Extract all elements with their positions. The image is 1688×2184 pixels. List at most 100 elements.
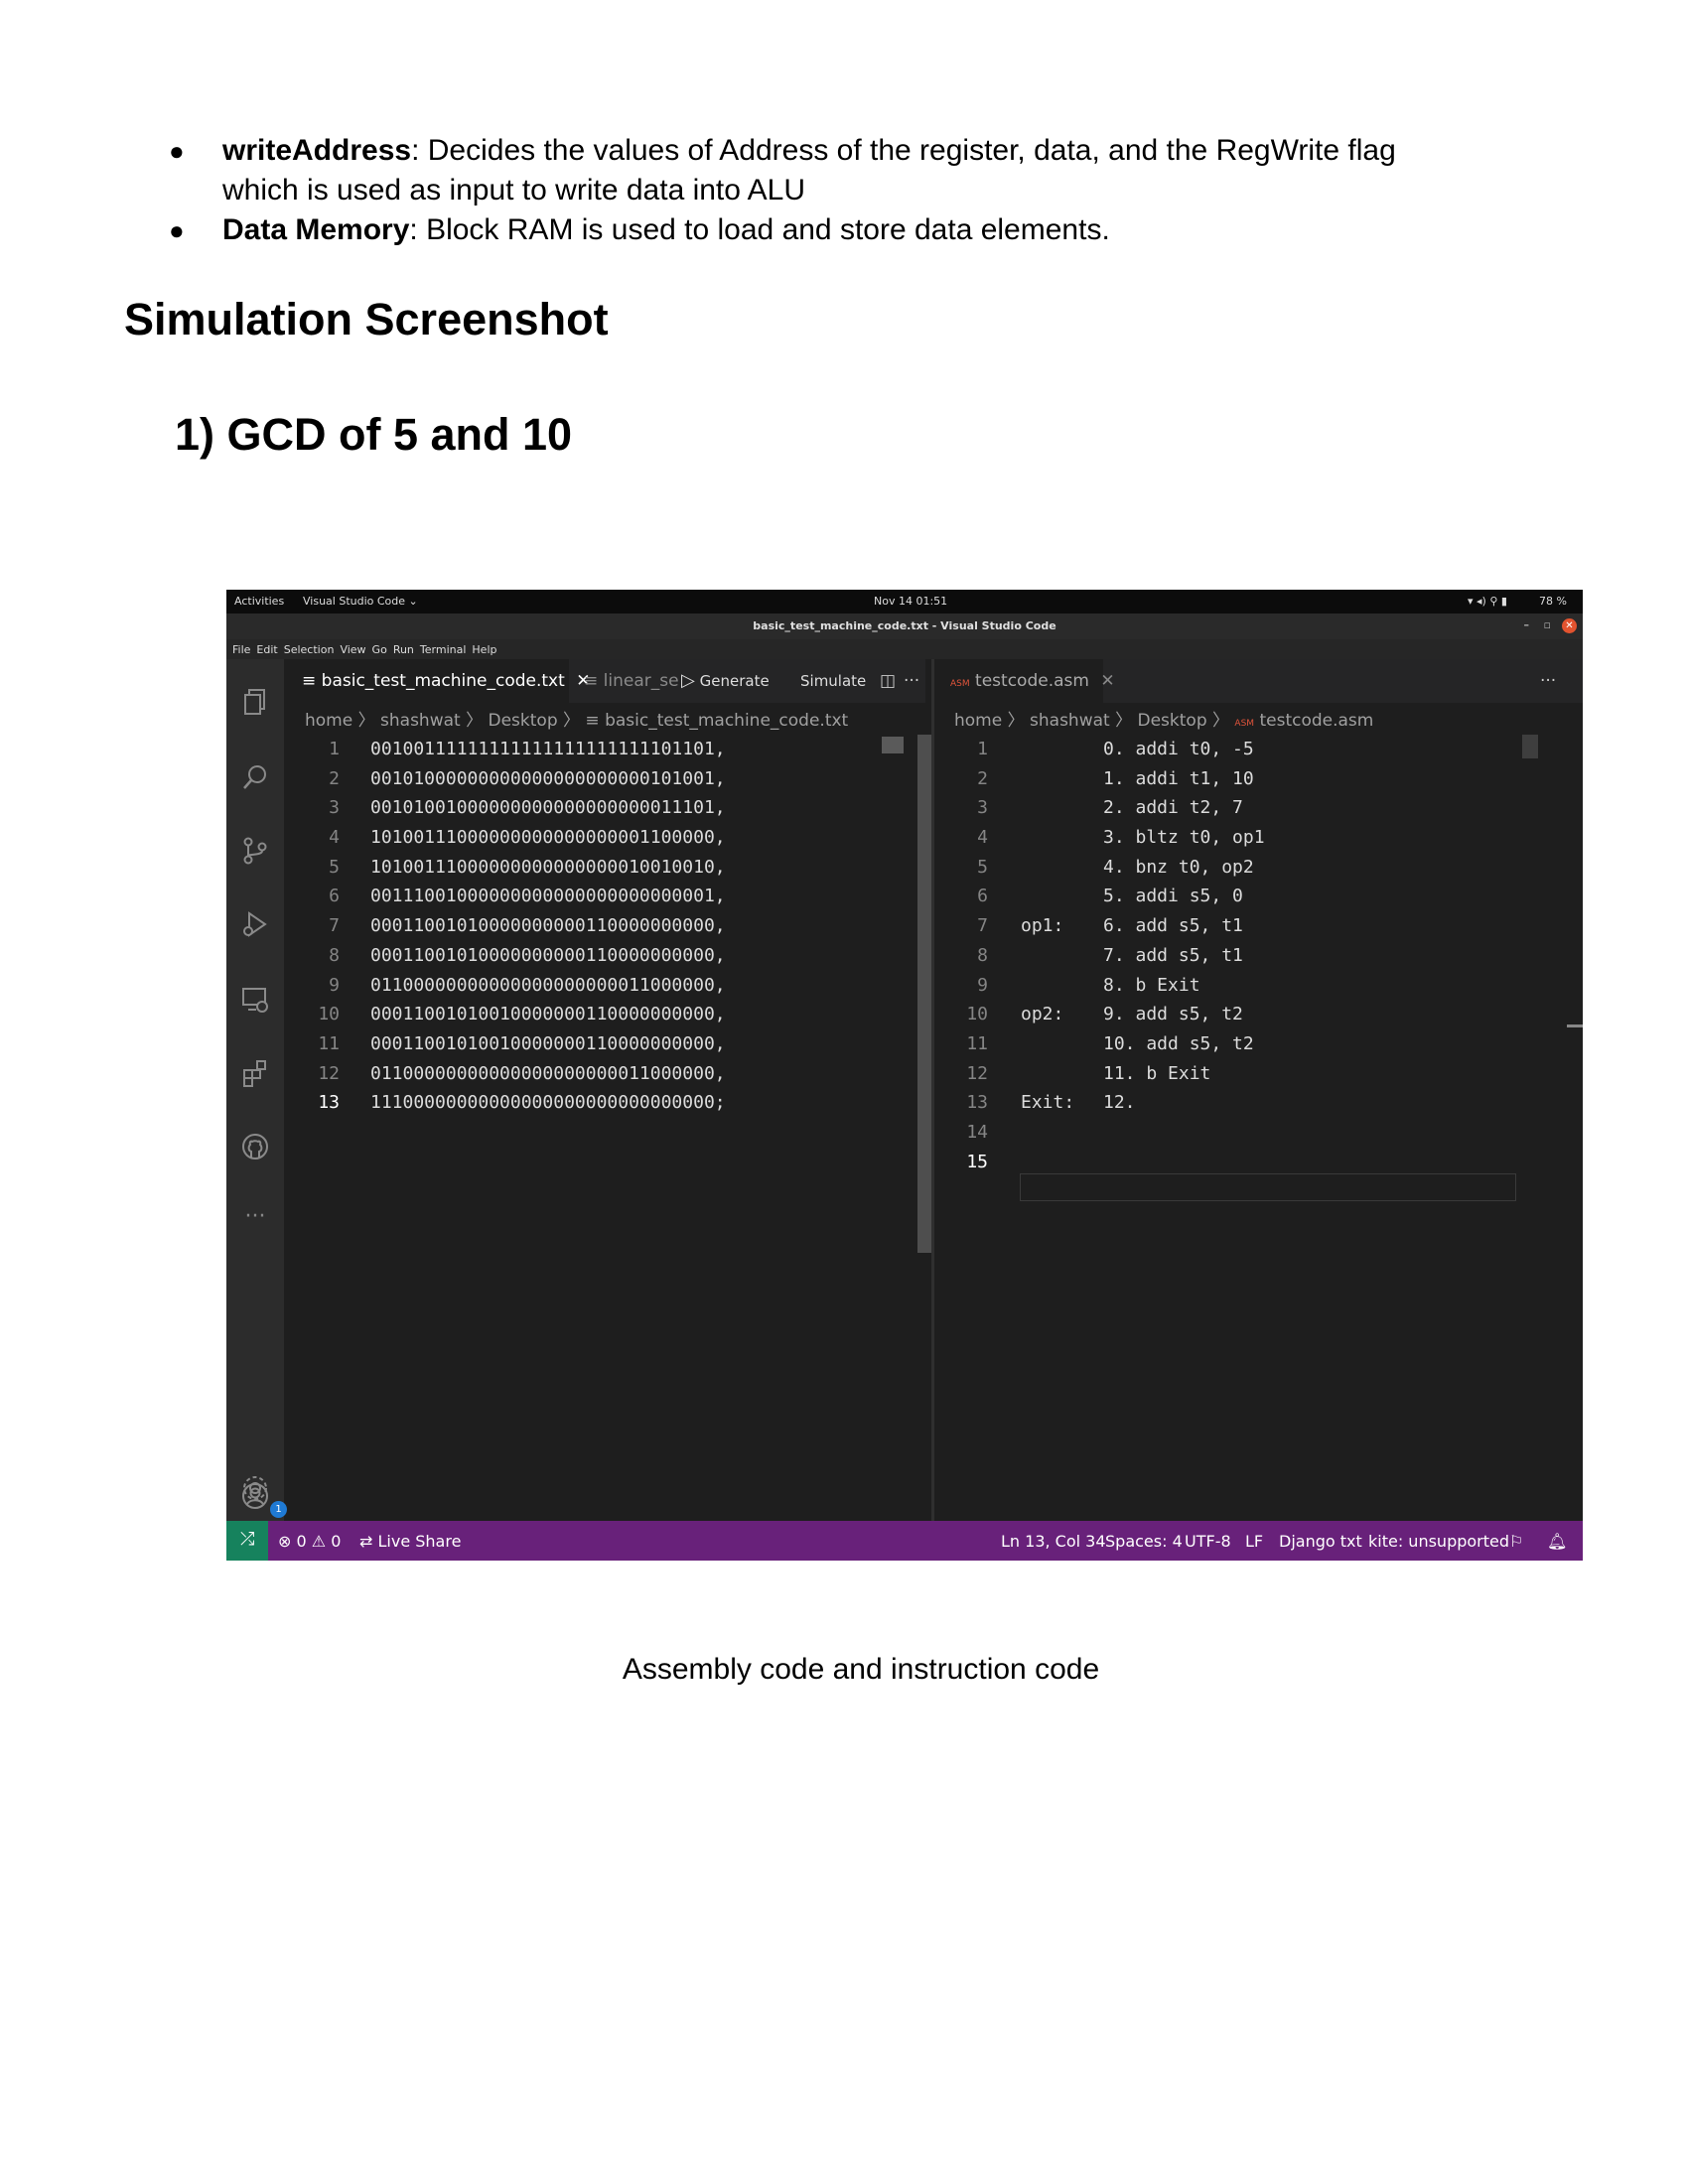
bullet-list: ● writeAddress: Decides the values of Ad… xyxy=(169,131,1460,250)
code-line[interactable]: 00011001010000000000110000000000, xyxy=(370,941,726,971)
code-line[interactable]: 5. addi s5, 0 xyxy=(1103,882,1265,911)
code-line[interactable]: 7. add s5, t1 xyxy=(1103,941,1265,971)
activities-button[interactable]: Activities xyxy=(234,595,284,608)
crumb-user[interactable]: shashwat xyxy=(380,711,461,731)
language-mode[interactable]: Django txt xyxy=(1279,1532,1362,1551)
minimize-icon[interactable]: – xyxy=(1524,618,1530,631)
crumb-file[interactable]: testcode.asm xyxy=(1259,711,1373,731)
system-tray-icons[interactable]: ▾ ◂) ⚲ ▮ xyxy=(1468,595,1507,608)
simulate-action[interactable]: Simulate xyxy=(800,659,866,703)
code-line[interactable]: 9. add s5, t2 xyxy=(1103,1000,1265,1029)
code-line[interactable] xyxy=(1103,1118,1265,1148)
code-line[interactable]: 01100000000000000000000011000000, xyxy=(370,1059,726,1089)
encoding[interactable]: UTF-8 xyxy=(1185,1532,1231,1551)
right-line-numbers: 1 2 3 4 5 6 7 8 9 10 11 12 13 14 15 xyxy=(934,735,988,1176)
code-line[interactable]: 6. add s5, t1 xyxy=(1103,911,1265,941)
right-current-line-highlight xyxy=(1020,1173,1516,1201)
close-window-icon[interactable]: ✕ xyxy=(1562,618,1577,633)
app-menu[interactable]: Visual Studio Code ⌄ xyxy=(303,595,418,608)
crumb-home[interactable]: home xyxy=(305,711,352,731)
code-line[interactable]: 8. b Exit xyxy=(1103,971,1265,1001)
remote-explorer-icon[interactable] xyxy=(240,985,270,1015)
code-line[interactable]: 10100111000000000000000010010010, xyxy=(370,853,726,883)
settings-gear-icon[interactable] xyxy=(240,1473,270,1503)
section-heading: Simulation Screenshot xyxy=(124,294,609,344)
maximize-icon[interactable]: ▫ xyxy=(1544,618,1551,631)
code-line[interactable]: 11100000000000000000000000000000; xyxy=(370,1088,726,1118)
code-line[interactable]: 01100000000000000000000011000000, xyxy=(370,971,726,1001)
code-line[interactable]: 3. bltz t0, op1 xyxy=(1103,823,1265,853)
crumb-desktop[interactable]: Desktop xyxy=(489,711,558,731)
line-number: 4 xyxy=(977,827,988,849)
indentation[interactable]: Spaces: 4 xyxy=(1105,1532,1183,1551)
code-line[interactable]: 4. bnz t0, op2 xyxy=(1103,853,1265,883)
code-line[interactable]: 00011001010010000000110000000000, xyxy=(370,1000,726,1029)
live-share-icon: ⇄ xyxy=(359,1532,373,1551)
code-line[interactable]: 2. addi t2, 7 xyxy=(1103,793,1265,823)
github-icon[interactable] xyxy=(240,1132,270,1161)
left-scrollbar[interactable] xyxy=(917,735,931,1253)
asm-label xyxy=(1021,764,1074,794)
tab-testcode-asm[interactable]: ASM testcode.asm ✕ xyxy=(934,659,1115,703)
menu-view[interactable]: View xyxy=(340,643,365,656)
crumb-user[interactable]: shashwat xyxy=(1030,711,1110,731)
code-line[interactable]: 11. b Exit xyxy=(1103,1059,1265,1089)
code-line[interactable]: 0. addi t0, -5 xyxy=(1103,735,1265,764)
end-of-line[interactable]: LF xyxy=(1245,1532,1263,1551)
code-line[interactable]: 12. xyxy=(1103,1088,1265,1118)
crumb-home[interactable]: home xyxy=(954,711,1002,731)
feedback-icon[interactable]: ⚐ xyxy=(1509,1532,1523,1551)
menu-help[interactable]: Help xyxy=(472,643,496,656)
code-line[interactable]: 10. add s5, t2 xyxy=(1103,1029,1265,1059)
asm-label xyxy=(1021,1059,1074,1089)
right-code-area[interactable]: 0. addi t0, -5 1. addi t1, 10 2. addi t2, … xyxy=(1103,735,1265,1176)
code-line[interactable]: 00011001010010000000110000000000, xyxy=(370,1029,726,1059)
code-line[interactable]: 00100111111111111111111111101101, xyxy=(370,735,726,764)
code-line[interactable]: 00101001000000000000000000011101, xyxy=(370,793,726,823)
close-tab-icon[interactable]: ✕ xyxy=(1100,671,1114,691)
explorer-icon[interactable] xyxy=(240,687,270,717)
crumb-file[interactable]: basic_test_machine_code.txt xyxy=(605,711,848,731)
menu-edit[interactable]: Edit xyxy=(256,643,277,656)
tab-basic-test-machine-code[interactable]: ≡ basic_test_machine_code.txt ✕ xyxy=(284,659,590,703)
remote-indicator-icon[interactable]: ⤮ xyxy=(226,1521,268,1561)
kite-status[interactable]: kite: unsupported xyxy=(1368,1532,1509,1551)
minimap-icon[interactable] xyxy=(1522,735,1538,758)
menu-go[interactable]: Go xyxy=(372,643,387,656)
run-debug-icon[interactable] xyxy=(240,909,270,939)
menu-terminal[interactable]: Terminal xyxy=(420,643,467,656)
search-icon[interactable] xyxy=(240,762,270,792)
more-actions-icon[interactable]: ··· xyxy=(904,659,919,703)
code-line[interactable]: 1. addi t1, 10 xyxy=(1103,764,1265,794)
code-line[interactable] xyxy=(1103,1148,1265,1177)
split-editor-icon[interactable]: ◫ xyxy=(880,659,896,703)
generate-action[interactable]: ▷ Generate xyxy=(681,659,770,703)
tab-linear-search[interactable]: ≡ linear_searc xyxy=(572,659,678,703)
minimap-icon[interactable] xyxy=(882,737,904,753)
line-number: 11 xyxy=(966,1032,988,1054)
right-tab-bar: ASM testcode.asm ✕ ··· xyxy=(934,659,1583,703)
code-line[interactable]: 10100111000000000000000001100000, xyxy=(370,823,726,853)
crumb-desktop[interactable]: Desktop xyxy=(1138,711,1207,731)
asm-label: op2: xyxy=(1021,1004,1064,1025)
more-views-icon[interactable]: ··· xyxy=(240,1206,270,1237)
menu-file[interactable]: File xyxy=(232,643,250,656)
cursor-position[interactable]: Ln 13, Col 34 xyxy=(1001,1532,1106,1551)
source-control-icon[interactable] xyxy=(240,836,270,866)
menu-selection[interactable]: Selection xyxy=(284,643,335,656)
notifications-bell-icon[interactable]: 🔔︎ xyxy=(1547,1532,1567,1551)
live-share-button[interactable]: ⇄ Live Share xyxy=(359,1532,461,1551)
extensions-icon[interactable] xyxy=(240,1058,270,1088)
right-scrollbar[interactable] xyxy=(1567,1024,1583,1027)
bullet-text: : Block RAM is used to load and store da… xyxy=(409,213,1110,246)
code-line[interactable]: 00111001000000000000000000000001, xyxy=(370,882,726,911)
menu-run[interactable]: Run xyxy=(393,643,414,656)
left-code-area[interactable]: 00100111111111111111111111101101, 0010100… xyxy=(370,735,726,1118)
more-actions-icon[interactable]: ··· xyxy=(1540,659,1556,703)
line-number: 9 xyxy=(329,974,340,996)
code-line[interactable]: 00101000000000000000000000101001, xyxy=(370,764,726,794)
line-number: 1 xyxy=(329,739,340,759)
asm-label: Exit: xyxy=(1021,1092,1075,1114)
code-line[interactable]: 00011001010000000000110000000000, xyxy=(370,911,726,941)
problems-indicator[interactable]: ⊗ 0 ⚠ 0 xyxy=(278,1532,341,1551)
